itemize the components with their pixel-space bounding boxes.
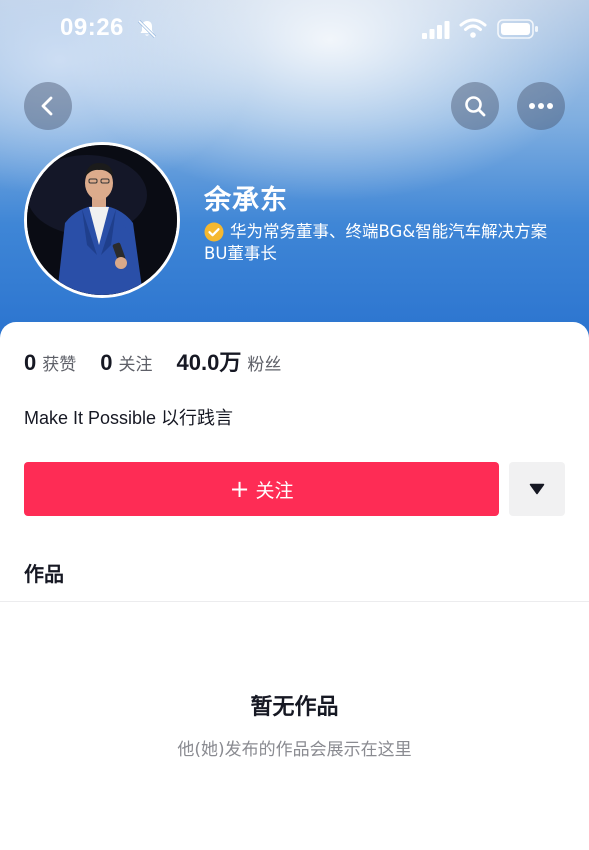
more-horizontal-icon (529, 103, 553, 109)
battery-icon (497, 19, 538, 39)
profile-content-sheet (0, 322, 589, 850)
likes-count[interactable]: 0 (24, 350, 36, 376)
profile-bio: Make It Possible 以行践言 (24, 408, 234, 428)
cellular-signal-icon (422, 21, 450, 39)
empty-state-title: 暂无作品 (250, 695, 339, 720)
search-icon (465, 96, 486, 117)
search-button[interactable] (451, 82, 499, 130)
plus-icon: + (229, 475, 250, 503)
follow-button[interactable]: + 关注 (24, 462, 499, 516)
profile-verification-title: 华为常务董事、终端BG&智能汽车解决方案BU董事长 (204, 222, 548, 263)
profile-stats: 0 获赞 0 关注 40.0万 粉丝 (24, 345, 305, 377)
status-bar: 09:26 (0, 0, 589, 58)
profile-name: 余承东 (204, 185, 288, 216)
wifi-icon (459, 18, 487, 38)
following-label: 关注 (118, 355, 153, 375)
caret-down-icon (529, 483, 545, 495)
tab-works[interactable]: 作品 (24, 558, 64, 587)
status-time: 09:26 (60, 14, 124, 41)
follow-button-label: 关注 (255, 479, 294, 502)
likes-label: 获赞 (42, 355, 77, 375)
avatar[interactable] (24, 142, 180, 298)
back-button[interactable] (24, 82, 72, 130)
followers-label: 粉丝 (247, 355, 282, 375)
chevron-left-icon (41, 96, 53, 116)
divider (0, 601, 589, 602)
followers-count[interactable]: 40.0万 (177, 345, 242, 377)
following-count[interactable]: 0 (100, 350, 112, 376)
avatar-photo (27, 145, 177, 295)
bell-slash-icon (137, 19, 157, 39)
more-options-button[interactable] (517, 82, 565, 130)
empty-state-subtitle: 他(她)发布的作品会展示在这里 (177, 740, 412, 760)
recommend-dropdown-button[interactable] (509, 462, 565, 516)
